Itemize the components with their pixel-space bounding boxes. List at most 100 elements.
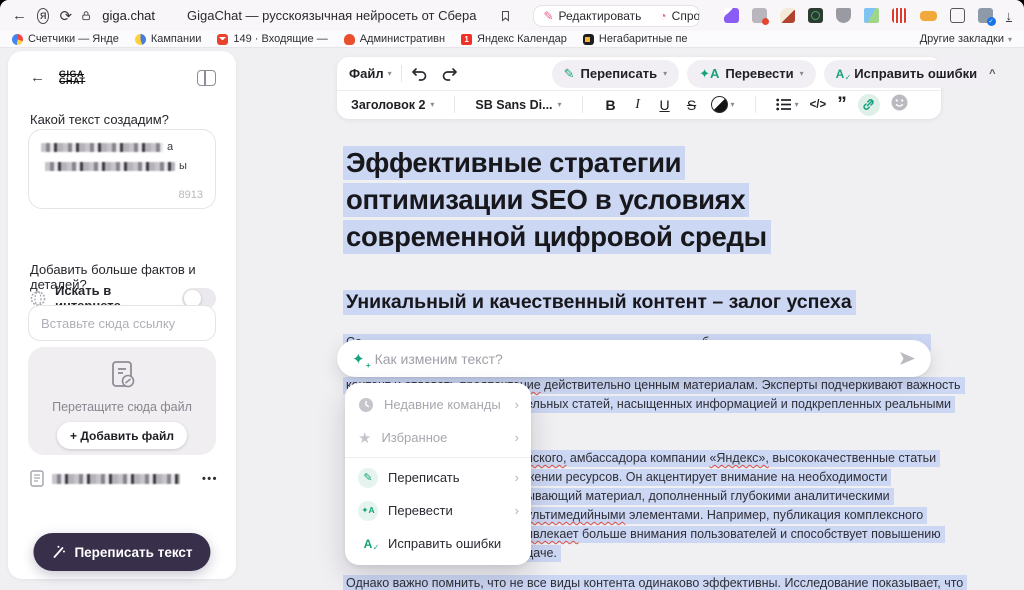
chevron-down-icon: ▾ [430,100,434,109]
bookmark-item[interactable]: 1Яндекс Календар [461,33,567,45]
redo-button[interactable] [441,66,458,81]
browser-toolbar: ← Я ⟳ giga.chat GigaChat — русскоязычная… [0,0,1024,31]
chevron-down-icon: ▾ [558,100,562,109]
sidebar-back-icon[interactable]: ← [30,69,45,86]
document-h1-line2[interactable]: оптимизации SEO в условиях [343,184,749,216]
bold-button[interactable]: B [603,97,619,113]
cargo-favicon [583,34,594,45]
bookmarks-bar: Счетчики — Янде Кампании 149 · Входящие … [0,31,1024,48]
add-file-button[interactable]: + Добавить файл [57,422,187,449]
rewrite-button[interactable]: ✎Переписать▾ [552,60,680,88]
menu-item-translate[interactable]: ✦A Перевести› [345,494,531,527]
bookmark-item[interactable]: Счетчики — Янде [12,33,119,45]
menu-item-recent[interactable]: Недавние команды› [345,388,531,421]
address-url[interactable]: giga.chat [102,8,155,23]
star-icon: ★ [358,429,371,447]
collapse-panel-icon[interactable] [197,70,216,86]
calendar-favicon: 1 [461,34,472,45]
extension-sync-icon[interactable] [978,8,993,23]
text-color-button[interactable]: ▾ [711,96,735,113]
spellcheck-icon: A [836,67,845,81]
gigachat-page: ← GIGA CHAT Какой текст создадим? а ы 89… [0,48,1024,590]
extension-cube-icon[interactable] [864,8,879,23]
extension-tabs-icon[interactable] [950,8,965,23]
edit-page-button[interactable]: ✎Редактировать [534,6,650,26]
globe-icon [30,290,46,307]
extension-battery-icon[interactable] [920,11,937,21]
document-paragraph-line[interactable]: Однако важно помнить, что не все виды ко… [343,576,967,590]
send-icon[interactable] [899,351,916,366]
document-h1-line3[interactable]: современной цифровой среды [343,221,771,253]
chevron-down-icon: ▾ [800,69,804,78]
extension-pen-icon[interactable] [724,8,739,23]
document-paragraph-line[interactable]: жении ресурсов. Он акцентирует внимание … [523,470,891,484]
bookmark-flag-icon[interactable] [501,9,510,23]
extension-blocker-icon[interactable] [752,8,767,23]
menu-item-favorites[interactable]: ★ Избранное› [345,421,531,454]
back-icon[interactable]: ← [12,7,27,24]
redacted-filename [52,474,180,484]
bullet-list-icon [776,98,792,111]
campaigns-favicon [135,34,146,45]
underline-button[interactable]: U [657,97,673,113]
edit-icon: ✎ [543,9,553,23]
fix-errors-button[interactable]: AИсправить ошибки [824,60,990,88]
undo-button[interactable] [411,66,428,81]
file-menu-icon[interactable]: ••• [202,473,218,485]
emoji-button[interactable] [891,94,908,116]
bookmark-item[interactable]: Административн [344,33,445,45]
reload-icon[interactable]: ⟳ [59,7,72,25]
link-button[interactable] [858,94,880,116]
chevron-right-icon: › [515,470,519,485]
document-paragraph-line[interactable]: ивлекает больше внимания пользователей и… [523,527,945,541]
quote-button[interactable]: ” [837,100,847,110]
file-dropzone[interactable]: Перетащите сюда файл + Добавить файл [28,347,216,455]
document-paragraph-line[interactable]: ультимедийными элементами. Например, пуб… [523,508,927,522]
browser-window: ← Я ⟳ giga.chat GigaChat — русскоязычная… [0,0,1024,590]
menu-item-rewrite[interactable]: ✎ Переписать› [345,461,531,494]
page-title: GigaChat — русскоязычная нейросеть от Сб… [187,8,476,23]
commands-context-menu: Недавние команды› ★ Избранное› ✎ Перепис… [345,383,531,565]
redacted-text [45,162,175,171]
collapse-toolbar-icon[interactable]: ^ [989,68,995,80]
document-paragraph-line[interactable]: нского, амбассадора компании «Яндекс», в… [523,451,940,465]
link-icon [862,98,875,111]
file-menu-button[interactable]: Файл▾ [349,66,392,81]
italic-button[interactable]: I [630,97,646,113]
bookmark-item[interactable]: Кампании [135,33,202,45]
document-h2[interactable]: Уникальный и качественный контент – зало… [343,291,856,314]
dropzone-label: Перетащите сюда файл [28,400,216,414]
redacted-text [41,143,163,152]
command-input[interactable] [375,351,889,367]
document-paragraph-line[interactable]: ельных статей, насыщенных информацией и … [523,397,955,411]
attached-file-row[interactable]: ••• [30,470,218,487]
extension-chart-icon[interactable] [892,8,907,23]
document-icon [109,360,136,390]
prompt-textarea[interactable]: а ы 8913 [28,129,216,209]
rewrite-text-button[interactable]: Переписать текст [33,533,210,571]
yandex-icon[interactable]: Я [37,8,49,24]
list-button[interactable]: ▾ [776,98,799,111]
admin-favicon [344,34,355,45]
strikethrough-button[interactable]: S [684,97,700,113]
chevron-down-icon: ▾ [388,69,392,78]
smiley-icon [891,94,908,111]
document-h1-line1[interactable]: Эффективные стратегии [343,147,685,179]
bookmark-item[interactable]: Негабаритные пе [583,33,688,45]
extension-shield-icon[interactable] [836,8,851,23]
menu-item-fix-errors[interactable]: A Исправить ошибки [345,527,531,560]
downloads-icon[interactable]: ↓ [1006,10,1013,22]
code-button[interactable]: </> [810,99,827,111]
link-input[interactable] [28,305,216,341]
chevron-right-icon: › [515,430,519,445]
font-select[interactable]: SB Sans Di...▾ [475,98,561,112]
translate-button[interactable]: ✦AПеревести▾ [687,60,816,88]
paragraph-style-select[interactable]: Заголовок 2▾ [351,98,434,112]
extensions-row: ↓ [724,8,1013,23]
other-bookmarks-button[interactable]: Другие закладки▾ [920,33,1012,45]
ask-button[interactable]: ◔Спросить [650,6,699,26]
extension-pencil-icon[interactable] [780,8,795,23]
extension-green-icon[interactable] [808,8,823,23]
bookmark-item[interactable]: 149 · Входящие — [217,33,327,45]
document-paragraph-line[interactable]: ывающий материал, дополненный глубокими … [523,489,894,503]
